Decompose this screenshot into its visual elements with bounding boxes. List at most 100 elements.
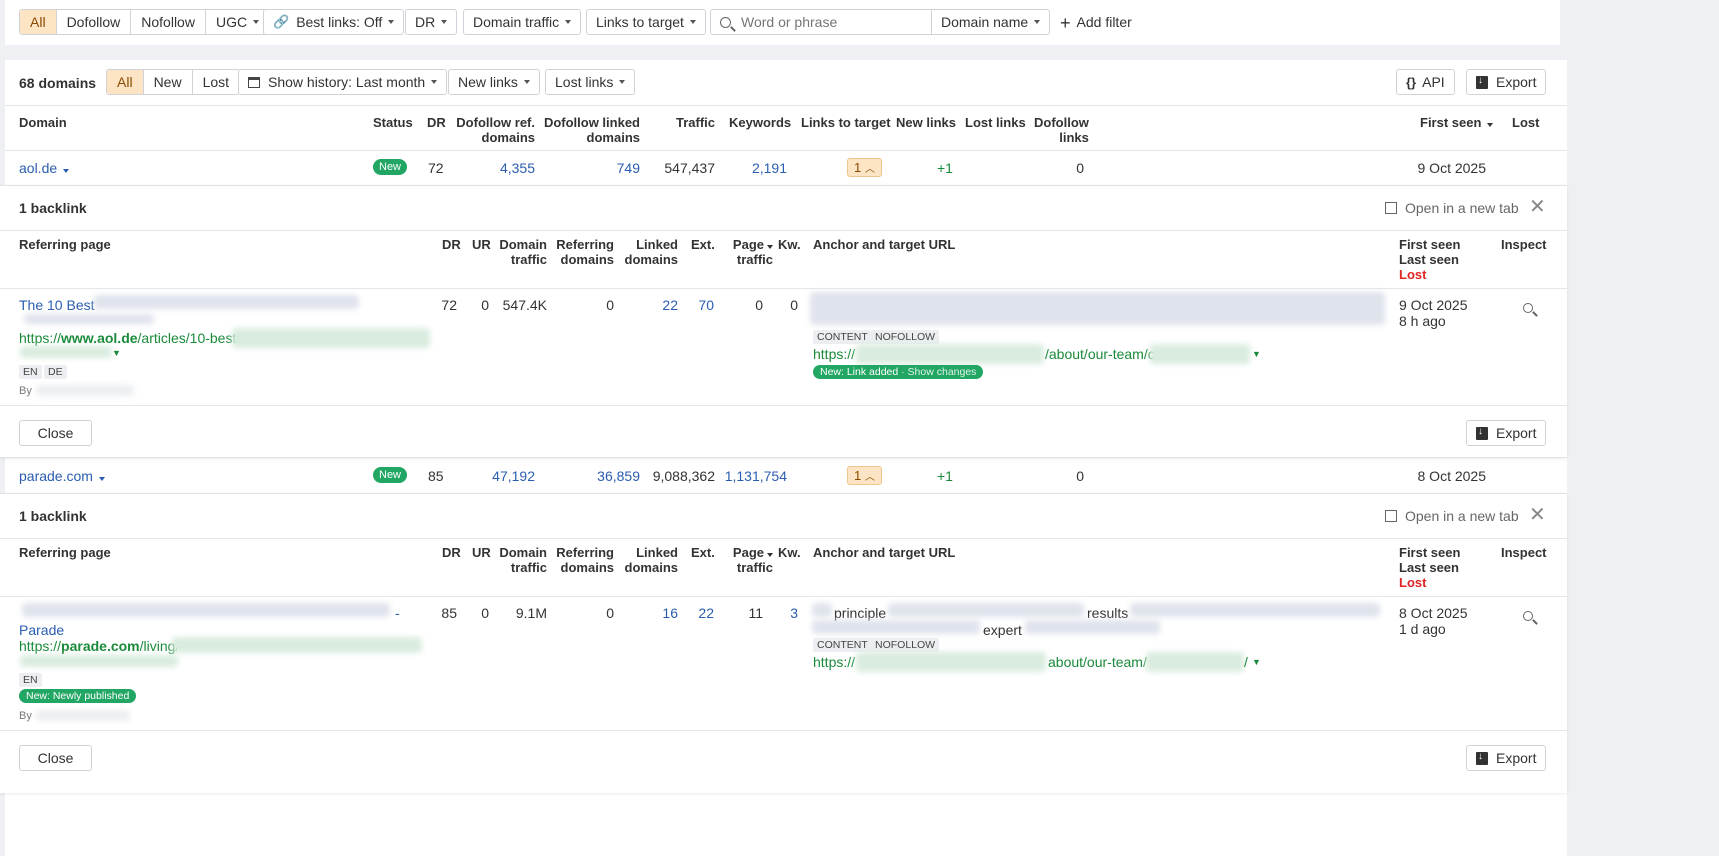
domain-link[interactable]: aol.de [19,160,70,176]
ext-value[interactable]: 22 [684,605,714,621]
target-url-end[interactable]: / [1244,654,1248,670]
col-ext[interactable]: Ext. [691,545,715,560]
col-referring-page[interactable]: Referring page [19,237,111,252]
lost-links-dropdown[interactable]: Lost links [545,69,636,95]
col-domain-traffic[interactable]: Domain traffic [496,545,547,575]
chevron-down-icon[interactable] [63,169,70,173]
export-button[interactable]: Export [1466,69,1547,95]
col-ur[interactable]: UR [472,545,491,560]
col-kw[interactable]: Kw. [778,237,801,252]
col-lost-links[interactable]: Lost links [965,115,1026,130]
domain-link[interactable]: parade.com [19,468,105,484]
inspect-button[interactable] [1523,300,1533,316]
chevron-down-icon[interactable]: ▼ [1252,657,1261,667]
col-seen-dates[interactable]: First seen Last seen Lost [1399,545,1460,590]
col-dofollow-links[interactable]: Dofollow links [1034,115,1089,145]
links-to-target-toggle[interactable]: 1 ︿ [847,466,882,485]
referring-page-title[interactable]: Parade [19,622,64,638]
col-linked-domains[interactable]: Linked domains [624,237,678,267]
col-referring-domains[interactable]: Referring domains [556,237,614,267]
col-lost[interactable]: Lost [1512,115,1539,130]
new-links-dropdown[interactable]: New links [448,69,540,95]
history-dropdown[interactable]: Show history: Last month [238,69,448,95]
linked-domains-value[interactable]: 22 [648,297,678,313]
dofollow-ref-domains[interactable]: 4,355 [455,160,535,176]
close-icon[interactable]: ✕ [1529,505,1546,525]
best-links-dropdown[interactable]: 🔗 Best links: Off [263,9,405,35]
link-type-ugc[interactable]: UGC [206,10,269,34]
new-link-tag[interactable]: New: Link added · Show changes [813,365,984,379]
col-status[interactable]: Status [373,115,413,130]
col-traffic[interactable]: Traffic [655,115,715,130]
keywords-value[interactable]: 2,191 [707,160,787,176]
col-linked-domains[interactable]: Linked domains [624,545,678,575]
open-new-tab-link[interactable]: Open in a new tab [1385,200,1519,216]
inspect-button[interactable] [1523,608,1533,624]
referring-page-url[interactable]: https://www.aol.de/articles/10-best- [19,330,241,346]
col-first-seen[interactable]: First seen [1420,115,1494,130]
chevron-down-icon[interactable]: ▼ [112,348,121,358]
close-icon[interactable]: ✕ [1529,197,1546,217]
col-seen-dates[interactable]: First seen Last seen Lost [1399,237,1460,282]
referring-page-url[interactable]: https://parade.com/living/ [19,638,179,654]
export-button[interactable]: Export [1466,420,1547,446]
col-ur[interactable]: UR [472,237,491,252]
col-page-traffic[interactable]: Page traffic [726,237,773,267]
col-dr[interactable]: DR [442,237,461,252]
target-url-prefix[interactable]: https:// [813,346,855,362]
links-to-target-toggle[interactable]: 1 ︿ [847,158,882,177]
new-links-value[interactable]: +1 [937,468,953,484]
close-button[interactable]: Close [19,420,92,446]
col-page-traffic[interactable]: Page traffic [726,545,773,575]
chevron-down-icon[interactable] [98,477,105,481]
link-type-all[interactable]: All [20,10,57,34]
dofollow-linked-domains[interactable]: 749 [560,160,640,176]
col-referring-page[interactable]: Referring page [19,545,111,560]
target-url-path[interactable]: about/our-team/ [1048,654,1147,670]
col-anchor[interactable]: Anchor and target URL [813,545,955,560]
target-url-prefix[interactable]: https:// [813,654,855,670]
referring-page-title-dash[interactable]: - [395,605,400,621]
redacted-text [232,328,430,348]
status-tab-new[interactable]: New [144,70,193,94]
domain-name-dropdown[interactable]: Domain name [931,9,1051,35]
col-referring-domains[interactable]: Referring domains [556,545,614,575]
dofollow-ref-domains[interactable]: 47,192 [455,468,535,484]
col-dr[interactable]: DR [442,545,461,560]
search-box[interactable] [710,9,932,35]
chevron-down-icon[interactable]: ▼ [1252,349,1261,359]
search-input[interactable] [741,14,921,30]
link-attribute-tag: CONTENT [813,638,872,652]
status-tab-lost[interactable]: Lost [193,70,239,94]
kw-value[interactable]: 3 [768,605,798,621]
links-to-target-dropdown[interactable]: Links to target [586,9,706,35]
col-dofollow-ref[interactable]: Dofollow ref. domains [455,115,535,145]
col-keywords[interactable]: Keywords [729,115,791,130]
add-filter-button[interactable]: + Add filter [1060,13,1132,34]
dofollow-linked-domains[interactable]: 36,859 [560,468,640,484]
target-url-path[interactable]: /about/our-team/c [1045,346,1155,362]
col-links-to-target[interactable]: Links to target [801,115,891,130]
link-type-nofollow[interactable]: Nofollow [131,10,206,34]
col-kw[interactable]: Kw. [778,545,801,560]
col-dofollow-linked[interactable]: Dofollow linked domains [540,115,640,145]
status-tab-all[interactable]: All [107,70,144,94]
referring-page-title[interactable]: The 10 Best [19,297,95,313]
col-anchor[interactable]: Anchor and target URL [813,237,955,252]
ext-value[interactable]: 70 [684,297,714,313]
col-ext[interactable]: Ext. [691,237,715,252]
linked-domains-value[interactable]: 16 [648,605,678,621]
col-domain-traffic[interactable]: Domain traffic [496,237,547,267]
open-new-tab-link[interactable]: Open in a new tab [1385,508,1519,524]
col-new-links[interactable]: New links [896,115,956,130]
link-type-dofollow[interactable]: Dofollow [57,10,132,34]
keywords-value[interactable]: 1,131,754 [697,468,787,484]
export-button[interactable]: Export [1466,745,1547,771]
col-domain[interactable]: Domain [19,115,67,130]
close-button[interactable]: Close [19,745,92,771]
col-dr[interactable]: DR [427,115,446,130]
new-links-value[interactable]: +1 [937,160,953,176]
domain-traffic-dropdown[interactable]: Domain traffic [463,9,582,35]
dr-dropdown[interactable]: DR [405,9,458,35]
api-button[interactable]: {} API [1396,69,1455,95]
